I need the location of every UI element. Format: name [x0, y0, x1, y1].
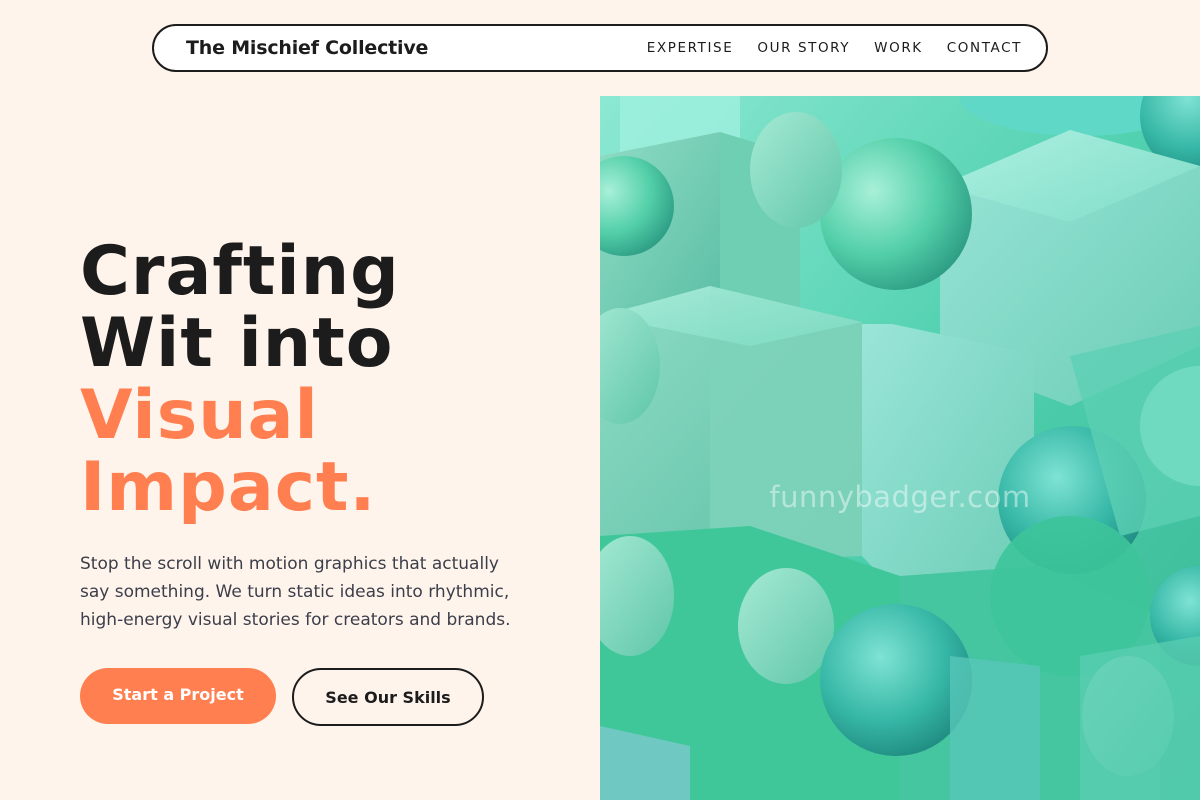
start-project-button[interactable]: Start a Project [80, 668, 276, 724]
top-navbar: The Mischief Collective EXPERTISE OUR ST… [152, 24, 1048, 72]
brand-logo-text[interactable]: The Mischief Collective [186, 37, 428, 59]
headline-line-2: Wit into [80, 304, 394, 383]
hero-description: Stop the scroll with motion graphics tha… [80, 554, 511, 630]
headline-line-1: Crafting [80, 232, 400, 311]
see-skills-button[interactable]: See Our Skills [292, 668, 484, 726]
headline-accent-line-1: Visual [80, 376, 319, 455]
hero-3d-illustration: funnybadger.com [600, 96, 1200, 800]
hero-headline: Crafting Wit into Visual Impact. [80, 236, 560, 524]
image-watermark: funnybadger.com [769, 480, 1031, 514]
hero-text-section: Crafting Wit into Visual Impact. Stop th… [80, 236, 560, 726]
nav-links: EXPERTISE OUR STORY WORK CONTACT [623, 40, 1022, 56]
nav-link-expertise[interactable]: EXPERTISE [647, 40, 734, 56]
nav-link-our-story[interactable]: OUR STORY [757, 40, 850, 56]
nav-link-work[interactable]: WORK [874, 40, 923, 56]
nav-link-contact[interactable]: CONTACT [947, 40, 1022, 56]
abstract-shapes-art [600, 96, 1200, 800]
headline-accent-line-2: Impact. [80, 448, 377, 527]
hero-buttons: Start a Project See Our Skills [80, 668, 560, 726]
